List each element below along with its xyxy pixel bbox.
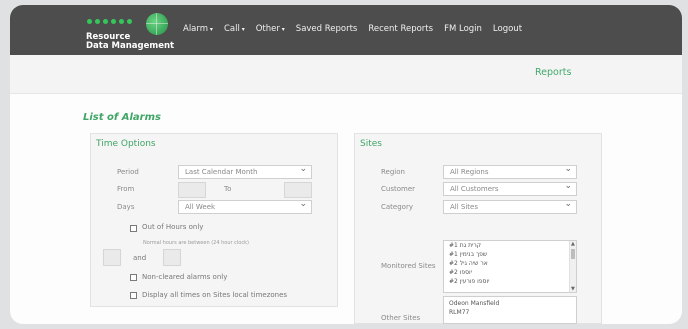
local-timezone-label: Display all times on Sites local timezon… (142, 291, 288, 299)
days-label: Days (117, 203, 135, 211)
region-select[interactable]: All Regions (443, 164, 577, 179)
scroll-up-icon[interactable]: ▲ (571, 241, 575, 247)
normal-hours-note: Normal hours are between (24 hour clock) (143, 240, 249, 246)
days-select[interactable]: All Week (178, 199, 312, 214)
category-label: Category (381, 203, 413, 211)
reports-link[interactable]: Reports (535, 67, 571, 78)
monitored-sites-label: Monitored Sites (381, 262, 436, 270)
nav-fm-login[interactable]: FM Login (444, 24, 482, 34)
and-label: and (133, 254, 147, 262)
list-item[interactable]: שפך בנימין #1 (444, 250, 576, 259)
main-nav: Alarm Call Other Saved Reports Recent Re… (183, 24, 533, 34)
region-value: All Regions (450, 168, 489, 176)
nav-saved-reports[interactable]: Saved Reports (296, 24, 358, 34)
brand-logo[interactable]: Resource Data Management (86, 13, 176, 51)
non-cleared-checkbox[interactable] (130, 274, 137, 281)
list-item[interactable]: RLM77 (444, 308, 576, 317)
out-of-hours-label: Out of Hours only (142, 223, 204, 231)
to-date-input[interactable] (284, 182, 312, 198)
brand-line2: Data Management (86, 41, 175, 51)
list-item[interactable]: אר שיה גיל #2 (444, 259, 576, 268)
nav-logout[interactable]: Logout (493, 24, 522, 34)
time-options-title: Time Options (96, 139, 156, 149)
period-select[interactable]: Last Calendar Month (178, 164, 312, 179)
scroll-down-icon[interactable]: ▼ (571, 286, 575, 292)
region-label: Region (381, 168, 405, 176)
other-sites-label: Other Sites (381, 314, 421, 322)
from-label: From (117, 185, 135, 193)
list-item[interactable]: יוספו פורעין #2 (444, 277, 576, 286)
from-date-input[interactable] (178, 182, 206, 198)
list-item[interactable]: קרית גת #1 (444, 241, 576, 250)
to-label: To (224, 185, 232, 193)
nav-call[interactable]: Call (224, 24, 245, 34)
hours-start-input[interactable] (103, 249, 121, 266)
customer-label: Customer (381, 185, 416, 193)
out-of-hours-checkbox[interactable] (130, 225, 137, 232)
monitored-sites-list[interactable]: קרית גת #1 שפך בנימין #1 אר שיה גיל #2 י… (443, 240, 577, 293)
period-value: Last Calendar Month (185, 168, 258, 176)
customer-value: All Customers (450, 185, 499, 193)
monitored-scrollbar[interactable]: ▲ ▼ (569, 241, 576, 292)
sub-header: Reports (10, 55, 682, 94)
scroll-thumb[interactable] (571, 249, 575, 259)
category-select[interactable]: All Sites (443, 199, 577, 214)
logo-dots-icon (87, 19, 132, 24)
time-options-panel: Time Options Period Last Calendar Month … (90, 133, 338, 307)
list-item[interactable]: Odeon Mansfield (444, 297, 576, 308)
customer-select[interactable]: All Customers (443, 181, 577, 196)
local-timezone-checkbox[interactable] (130, 292, 137, 299)
hours-end-input[interactable] (163, 249, 181, 266)
other-sites-list[interactable]: Odeon Mansfield RLM77 (443, 296, 577, 324)
globe-icon (146, 13, 168, 35)
category-value: All Sites (450, 203, 478, 211)
nav-recent-reports[interactable]: Recent Reports (368, 24, 433, 34)
sites-title: Sites (360, 139, 382, 149)
app-window: Resource Data Management Alarm Call Othe… (10, 5, 682, 324)
nav-other[interactable]: Other (256, 24, 285, 34)
sites-panel: Sites Region All Regions Customer All Cu… (354, 133, 602, 324)
non-cleared-label: Non-cleared alarms only (142, 273, 228, 281)
period-label: Period (117, 168, 139, 176)
top-navbar: Resource Data Management Alarm Call Othe… (10, 5, 682, 55)
days-value: All Week (185, 203, 216, 211)
list-item[interactable]: יוספו #2 (444, 268, 576, 277)
page-title: List of Alarms (83, 112, 161, 123)
nav-alarm[interactable]: Alarm (183, 24, 213, 34)
